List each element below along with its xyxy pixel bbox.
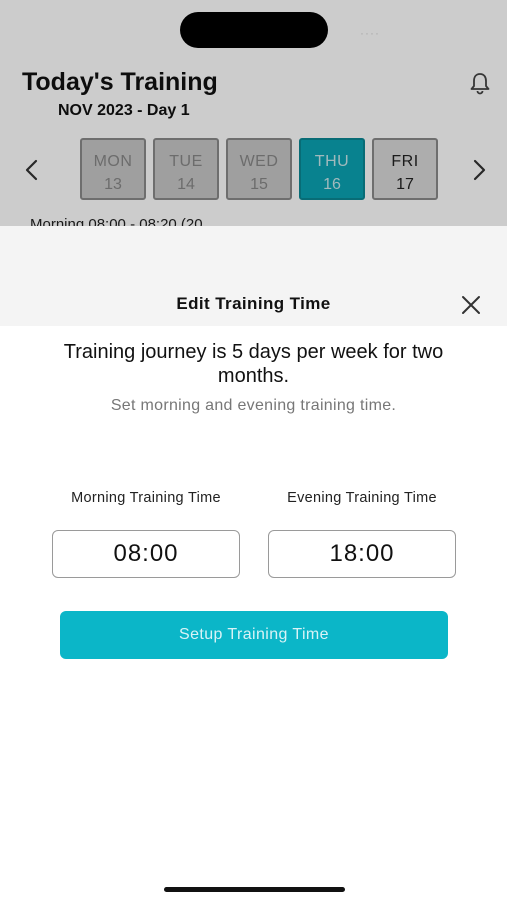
screen: 10:08 ···· Today's Training NOV 2023 - D… <box>0 0 507 900</box>
edit-training-time-sheet: Edit Training Time Training journey is 5… <box>0 226 507 900</box>
evening-time-input[interactable]: 18:00 <box>268 530 456 578</box>
modal-backdrop[interactable] <box>0 0 507 226</box>
sheet-title: Edit Training Time <box>176 294 331 313</box>
home-indicator[interactable] <box>164 887 345 892</box>
evening-time-label: Evening Training Time <box>287 490 437 506</box>
morning-time-input[interactable]: 08:00 <box>52 530 240 578</box>
morning-time-label: Morning Training Time <box>71 490 221 506</box>
sheet-headline: Training journey is 5 days per week for … <box>63 341 444 387</box>
setup-training-time-button[interactable]: Setup Training Time <box>60 611 448 659</box>
close-icon[interactable] <box>458 292 484 318</box>
sheet-instructions: Set morning and evening training time. <box>110 397 397 414</box>
